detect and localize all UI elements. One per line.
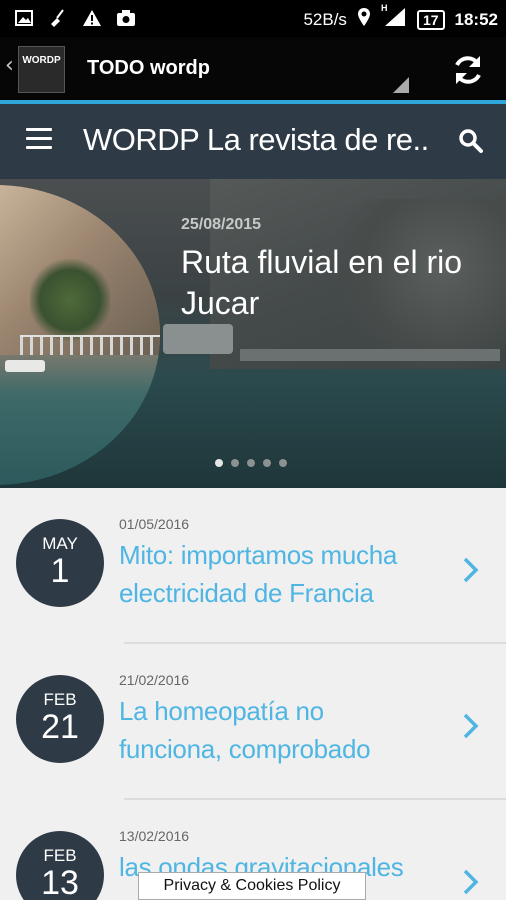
hamburger-menu-icon[interactable]	[26, 128, 52, 150]
chevron-right-icon[interactable]	[461, 712, 481, 740]
post-date: 01/05/2016	[119, 516, 190, 532]
camera-icon	[116, 8, 136, 28]
list-item[interactable]: FEB 21 21/02/2016 La homeopatía no funci…	[0, 644, 506, 800]
post-title[interactable]: La homeopatía no funciona, comprobado	[119, 692, 419, 768]
status-bar: 52B/s H 17 18:52	[0, 0, 506, 37]
location-icon	[357, 7, 371, 32]
clock: 18:52	[454, 9, 498, 29]
privacy-policy-button[interactable]: Privacy & Cookies Policy	[138, 872, 366, 900]
image-icon	[14, 8, 34, 28]
app-logo[interactable]: WORDP	[18, 46, 65, 93]
dropdown-icon[interactable]	[393, 77, 409, 93]
date-badge: MAY 1	[16, 519, 104, 607]
date-month: MAY	[42, 534, 78, 553]
back-icon[interactable]: ‹	[5, 53, 14, 78]
date-day: 1	[50, 552, 70, 590]
slider-dot[interactable]	[215, 459, 223, 467]
status-indicators: 52B/s H 17 18:52	[303, 3, 498, 32]
background-boat	[163, 324, 233, 354]
image-railing	[20, 335, 160, 355]
slider-dot[interactable]	[231, 459, 239, 467]
notification-icons	[14, 8, 136, 28]
logo-subtext	[19, 76, 64, 81]
featured-slider[interactable]: 25/08/2015 Ruta fluvial en el rio Jucar	[0, 179, 506, 488]
chevron-right-icon[interactable]	[461, 556, 481, 584]
slider-dot[interactable]	[279, 459, 287, 467]
post-list: MAY 1 01/05/2016 Mito: importamos mucha …	[0, 488, 506, 900]
refresh-icon[interactable]	[450, 52, 486, 88]
logo-text: WORDP	[22, 55, 61, 66]
broom-icon	[48, 8, 68, 28]
action-bar: ‹ WORDP TODO wordp	[0, 37, 506, 100]
featured-date: 25/08/2015	[181, 216, 262, 233]
warning-icon	[82, 8, 102, 28]
slider-dot[interactable]	[247, 459, 255, 467]
post-date: 13/02/2016	[119, 828, 190, 844]
slider-dots	[215, 459, 287, 467]
post-title[interactable]: Mito: importamos mucha electricidad de F…	[119, 536, 419, 612]
site-header: WORDP La revista de re...	[0, 104, 506, 179]
site-title[interactable]: WORDP La revista de re...	[83, 122, 428, 158]
search-icon[interactable]	[458, 128, 484, 154]
date-month: FEB	[43, 690, 77, 709]
network-speed: 52B/s	[303, 9, 347, 29]
background-dock	[240, 349, 500, 361]
network-type: H	[380, 3, 388, 13]
signal-icon: H	[381, 3, 407, 32]
app-title[interactable]: TODO wordp	[87, 57, 210, 80]
battery-icon: 17	[416, 9, 445, 30]
date-badge: FEB 13	[16, 831, 104, 900]
date-day: 13	[41, 864, 79, 900]
list-item[interactable]: MAY 1 01/05/2016 Mito: importamos mucha …	[0, 488, 506, 644]
date-badge: FEB 21	[16, 675, 104, 763]
featured-title[interactable]: Ruta fluvial en el rio Jucar	[181, 242, 481, 324]
image-boat	[5, 360, 45, 372]
date-month: FEB	[43, 846, 77, 865]
chevron-right-icon[interactable]	[461, 868, 481, 896]
post-date: 21/02/2016	[119, 672, 190, 688]
image-trees	[30, 255, 110, 345]
slider-dot[interactable]	[263, 459, 271, 467]
date-day: 21	[41, 708, 79, 746]
